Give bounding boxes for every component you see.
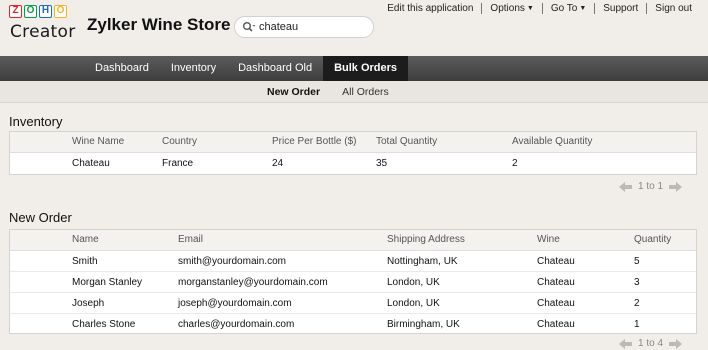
table-cell: Chateau <box>537 298 575 309</box>
table-row[interactable]: Charles Stone charles@yourdomain.com Birmi… <box>10 314 696 335</box>
arrow-left-icon[interactable] <box>619 338 632 349</box>
table-cell: Chateau <box>537 277 575 288</box>
table-cell: Charles Stone <box>72 319 136 330</box>
inventory-pager: 1 to 1 <box>619 181 683 192</box>
column-header[interactable]: Name <box>72 234 99 245</box>
table-cell: morganstanley@yourdomain.com <box>178 277 328 288</box>
arrow-right-icon[interactable] <box>669 181 683 192</box>
table-cell: joseph@yourdomain.com <box>178 298 292 309</box>
new-order-pager: 1 to 4 <box>619 338 683 349</box>
search-input[interactable] <box>259 21 369 33</box>
subtab-all-orders[interactable]: All Orders <box>331 86 400 98</box>
top-links: Edit this application Options ▼ Go To ▼ Su… <box>379 3 700 14</box>
table-cell: 24 <box>272 158 284 169</box>
options-label: Options <box>490 3 525 14</box>
column-header[interactable]: Email <box>178 234 203 245</box>
table-cell: Birmingham, UK <box>387 319 460 330</box>
table-cell: 35 <box>376 158 388 169</box>
nav-tab-inventory[interactable]: Inventory <box>160 56 227 81</box>
nav-tab-dashboard[interactable]: Dashboard <box>84 56 160 81</box>
table-cell: charles@yourdomain.com <box>178 319 295 330</box>
zoho-logo-letters: ZOHO <box>9 5 69 18</box>
table-cell: Smith <box>72 256 98 267</box>
table-cell: France <box>162 158 194 169</box>
caret-down-icon: ▼ <box>526 5 534 12</box>
table-cell: Chateau <box>537 256 575 267</box>
logo-letter: H <box>39 5 52 18</box>
table-cell: 5 <box>634 256 640 267</box>
pager-text: 1 to 4 <box>638 338 664 349</box>
logo-letter: O <box>54 5 67 18</box>
search-box[interactable] <box>234 16 374 38</box>
table-cell: Morgan Stanley <box>72 277 143 288</box>
table-cell: Chateau <box>72 158 110 169</box>
column-header[interactable]: Shipping Address <box>387 234 465 245</box>
pager-text: 1 to 1 <box>638 181 664 192</box>
sub-tabs: New Order All Orders <box>0 81 708 103</box>
zoho-creator-logo[interactable]: ZOHO Creator <box>9 5 75 49</box>
logo-word: Creator <box>10 22 76 42</box>
order-header-row: Name Email Shipping Address Wine Quantity <box>10 230 696 251</box>
table-row[interactable]: Joseph joseph@yourdomain.com London, UK Cha… <box>10 293 696 314</box>
inventory-title: Inventory <box>9 114 63 129</box>
table-cell: Nottingham, UK <box>387 256 458 267</box>
column-header[interactable]: Price Per Bottle ($) <box>272 136 356 147</box>
caret-down-icon: ▼ <box>579 5 587 12</box>
edit-application-link[interactable]: Edit this application <box>379 3 481 14</box>
table-cell: London, UK <box>387 298 440 309</box>
logo-letter: O <box>24 5 37 18</box>
nav-tab-dashboard-old[interactable]: Dashboard Old <box>227 56 323 81</box>
new-order-table: Name Email Shipping Address Wine Quantity Smi… <box>9 229 697 334</box>
goto-label: Go To <box>550 3 578 14</box>
logo-letter: Z <box>9 5 22 18</box>
arrow-right-icon[interactable] <box>669 338 683 349</box>
table-row[interactable]: Smith smith@yourdomain.com Nottingham, UK C… <box>10 251 696 272</box>
table-cell: 2 <box>634 298 640 309</box>
table-cell: London, UK <box>387 277 440 288</box>
table-row[interactable]: Chateau France 24 35 2 <box>10 153 696 174</box>
column-header[interactable]: Wine <box>537 234 560 245</box>
table-cell: Chateau <box>537 319 575 330</box>
app-header: ZOHO Creator Zylker Wine Store Edit this… <box>0 0 708 56</box>
support-link[interactable]: Support <box>595 3 646 14</box>
column-header[interactable]: Available Quantity <box>512 136 592 147</box>
nav-tab-bulk-orders[interactable]: Bulk Orders <box>323 56 409 81</box>
table-cell: 2 <box>512 158 518 169</box>
sign-out-link[interactable]: Sign out <box>647 3 700 14</box>
column-header[interactable]: Total Quantity <box>376 136 437 147</box>
table-row[interactable]: Morgan Stanley morganstanley@yourdomain.c… <box>10 272 696 293</box>
column-header[interactable]: Country <box>162 136 197 147</box>
search-icon <box>242 21 256 33</box>
main-nav: Dashboard Inventory Dashboard Old Bulk O… <box>0 56 708 81</box>
inventory-header-row: Wine Name Country Price Per Bottle ($) Tota… <box>10 132 696 153</box>
table-cell: 3 <box>634 277 640 288</box>
column-header[interactable]: Wine Name <box>72 136 124 147</box>
column-header[interactable]: Quantity <box>634 234 671 245</box>
inventory-table: Wine Name Country Price Per Bottle ($) Tota… <box>9 131 697 175</box>
table-cell: 1 <box>634 319 640 330</box>
goto-menu[interactable]: Go To ▼ <box>543 3 594 14</box>
arrow-left-icon[interactable] <box>619 181 632 192</box>
subtab-new-order[interactable]: New Order <box>256 86 331 98</box>
options-menu[interactable]: Options ▼ <box>482 3 541 14</box>
app-title: Zylker Wine Store <box>87 15 231 34</box>
table-cell: smith@yourdomain.com <box>178 256 286 267</box>
new-order-title: New Order <box>9 210 72 225</box>
table-cell: Joseph <box>72 298 105 309</box>
